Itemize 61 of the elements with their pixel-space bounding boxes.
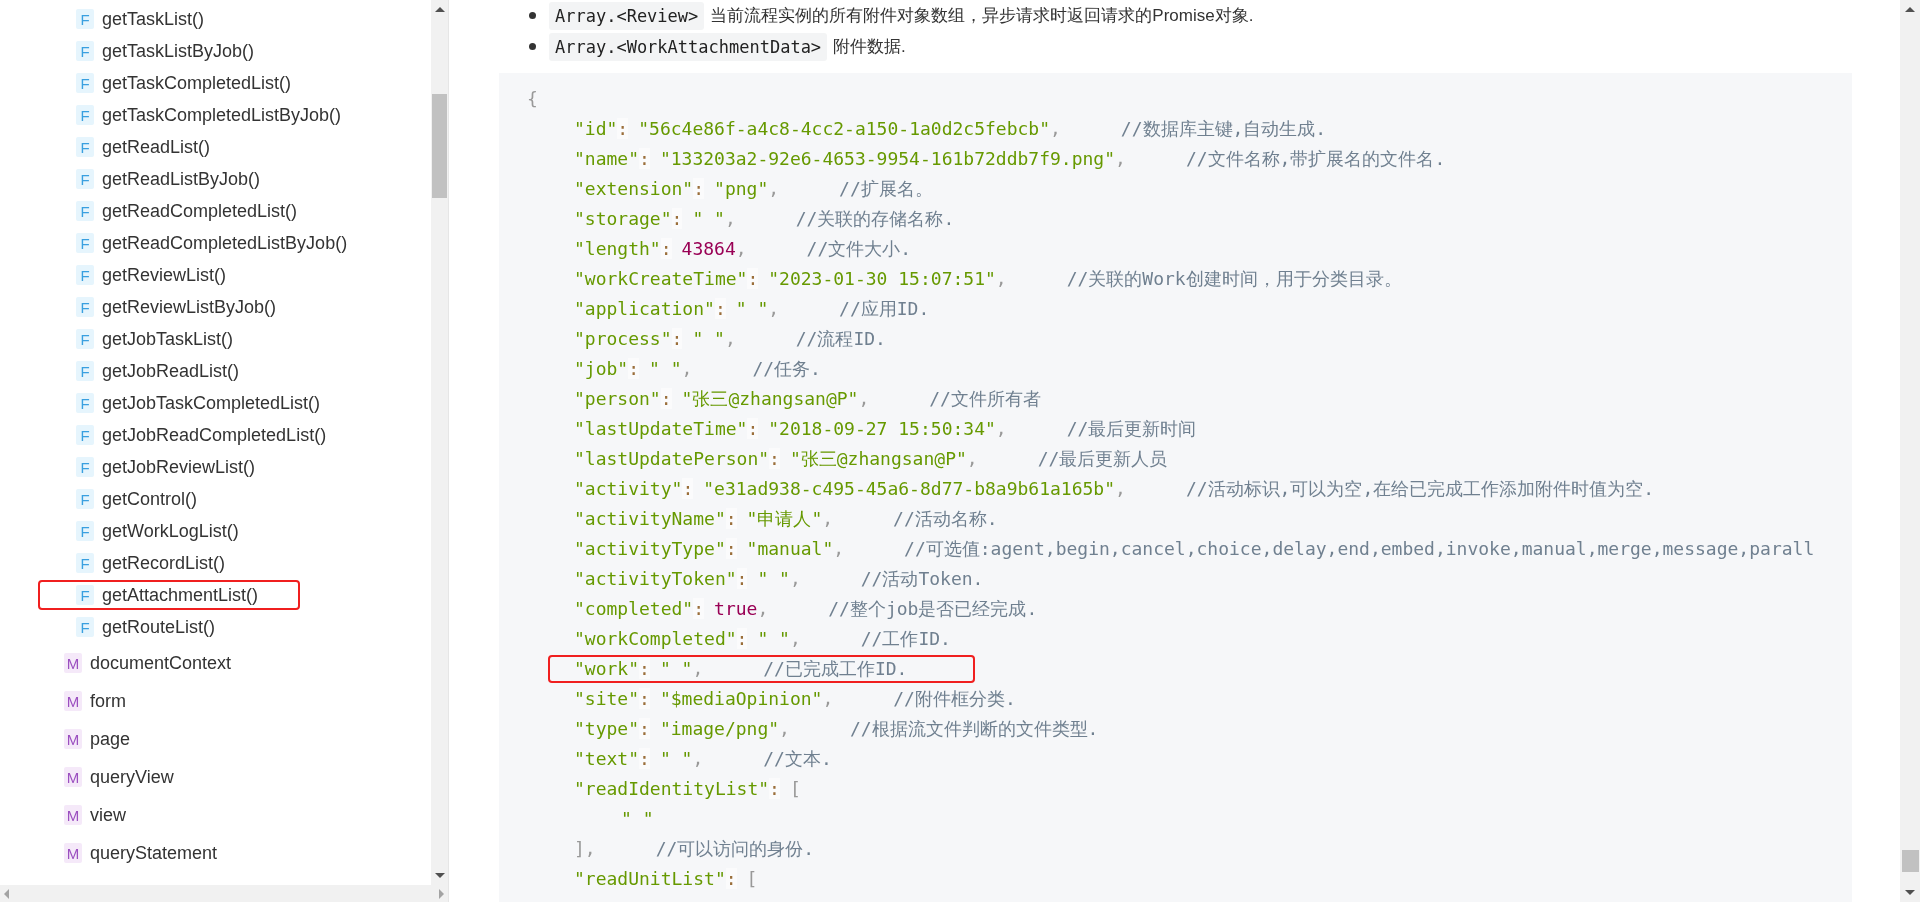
code-line: "workCreateTime": "2023-01-30 15:07:51", //关联的Work创建时间，用于分类目录。 [573, 267, 1403, 291]
sidebar-item[interactable]: F getReadCompletedList() [38, 196, 340, 226]
sidebar-item[interactable]: M view [64, 796, 126, 834]
scrollbar[interactable] [1900, 0, 1920, 902]
sidebar-item[interactable]: F getAttachmentList() [38, 580, 301, 610]
code-snippet: Array.<Review> [549, 1, 705, 30]
sidebar-item[interactable]: F getReviewList() [38, 260, 269, 290]
sidebar-item[interactable]: F getReadListByJob() [38, 164, 303, 194]
sidebar-item[interactable]: F getJobTaskCompletedList() [38, 388, 363, 418]
code-line: "readIdentityList": [ [573, 777, 802, 801]
description-text: 当前流程实例的所有附件对象数组，异步请求时返回请求的Promise对象. [710, 5, 1254, 27]
sidebar-item[interactable]: F getJobReviewList() [38, 452, 298, 482]
sidebar-item[interactable]: F getReadCompletedListByJob() [38, 228, 390, 258]
bullet-icon [529, 12, 536, 19]
code-line: "name": "133203a2-92e6-4653-9954-161b72ddb7f9.png", //文件名称,带扩展名的文件名. [573, 147, 1447, 171]
code-line: "id": "56c4e86f-a4c8-4cc2-a150-1a0d2c5febcb", //数据库主键,自动生成. [573, 117, 1328, 141]
sidebar-item[interactable]: F getWorkLogList() [38, 516, 281, 546]
code-line: "extension": "png", //扩展名。 [573, 177, 934, 201]
sidebar-item[interactable]: M page [64, 720, 131, 758]
code-line: "workCompleted": " ", //工作ID. [573, 627, 952, 651]
code-line: "type": "image/png", //根据流文件判断的文件类型. [573, 717, 1100, 741]
sidebar-item[interactable]: M documentContext [64, 644, 232, 682]
code-line: "activityToken": " ", //活动Token. [573, 567, 985, 591]
sidebar-item[interactable]: F getJobReadList() [38, 356, 282, 386]
sidebar-item[interactable]: F getJobReadCompletedList() [38, 420, 369, 450]
code-line: "activityName": "申请人", //活动名称. [573, 507, 999, 531]
sidebar-item[interactable]: F getJobTaskList() [38, 324, 276, 354]
code-line: "process": " ", //流程ID. [573, 327, 887, 351]
code-line: "job": " ", //任务. [573, 357, 822, 381]
code-line: "lastUpdateTime": "2018-09-27 15:50:34", //最后更新时间 [573, 417, 1198, 441]
code-line: "length": 43864, //文件大小. [573, 237, 913, 261]
code-line: "readUnitList": [ [573, 867, 759, 891]
code-line: ], //可以访问的身份. [573, 837, 816, 861]
sidebar-item[interactable]: F getTaskCompletedListByJob() [38, 100, 384, 130]
code-line: "storage": " ", //关联的存储名称. [573, 207, 956, 231]
code-line: "site": "$mediaOpinion", //附件框分类. [573, 687, 1017, 711]
code-line: "activity": "e31ad938-c495-45a6-8d77-b8a9b61a165b", //活动标识,可以为空,在给已完成工作添加附件时值为空. [573, 477, 1656, 501]
sidebar-item[interactable]: M queryStatement [64, 834, 218, 872]
sidebar-item[interactable]: F getTaskCompletedList() [38, 68, 334, 98]
code-line: "person": "张三@zhangsan@P", //文件所有者 [573, 387, 1042, 411]
bullet-icon [529, 43, 536, 50]
scrollbar[interactable] [431, 0, 448, 885]
sidebar-item[interactable]: M form [64, 682, 126, 720]
sidebar-item[interactable]: F getTaskList() [38, 4, 247, 34]
code-line: "text": " ", //文本. [573, 747, 833, 771]
code-line: "activityType": "manual", //可选值:agent,begin,cancel,choice,delay,end,embed,invoke,manual,merge,message,parall [573, 537, 1816, 561]
sidebar-item[interactable]: F getRecordList() [38, 548, 268, 578]
code-line: { [526, 87, 539, 111]
code-line: " " [620, 807, 655, 831]
code-line: "application": " ", //应用ID. [573, 297, 931, 321]
sidebar-item[interactable]: F getRouteList() [38, 612, 258, 642]
code-line: "completed": true, //整个job是否已经完成. [573, 597, 1039, 621]
scrollbar[interactable] [0, 885, 448, 902]
sidebar-item[interactable]: F getControl() [38, 484, 240, 514]
code-line: "lastUpdatePerson": "张三@zhangsan@P", //最后更新人员 [573, 447, 1169, 471]
sidebar-item[interactable]: F getTaskListByJob() [38, 36, 297, 66]
sidebar-item[interactable]: F getReadList() [38, 132, 253, 162]
description-text: 附件数据. [833, 36, 906, 58]
code-snippet: Array.<WorkAttachmentData> [549, 32, 828, 61]
sidebar-item[interactable]: M queryView [64, 758, 174, 796]
sidebar-item[interactable]: F getReviewListByJob() [38, 292, 319, 322]
